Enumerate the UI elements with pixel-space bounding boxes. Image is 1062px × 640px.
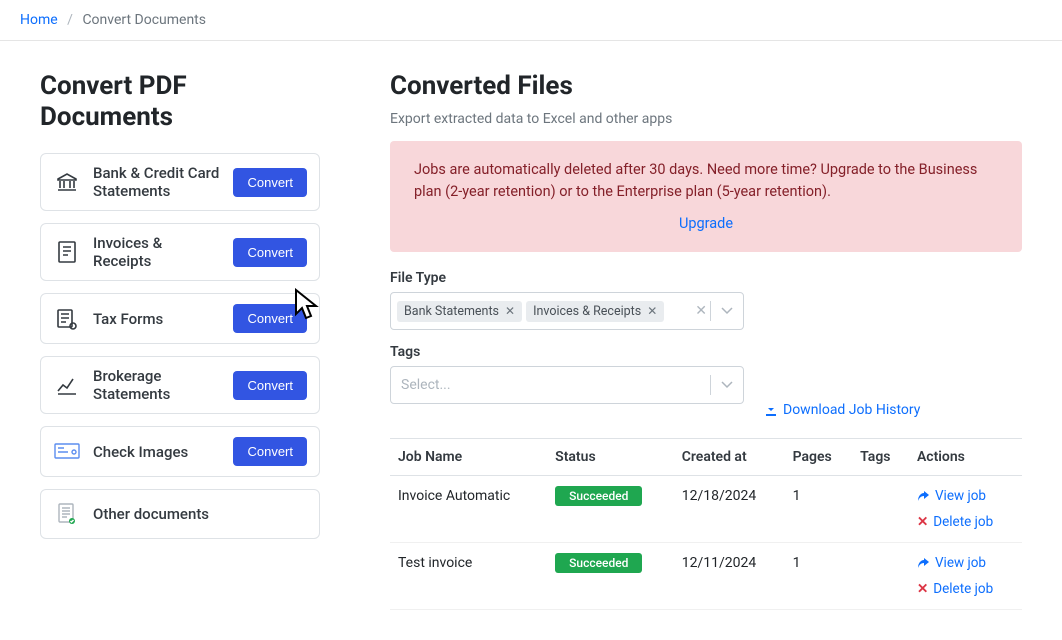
tags-select[interactable]: Select... — [390, 366, 744, 404]
other-doc-icon — [53, 500, 81, 528]
cell-created: 12/18/2024 — [674, 476, 785, 543]
cell-pages: 1 — [785, 543, 853, 610]
remove-chip-icon[interactable]: ✕ — [505, 304, 515, 318]
file-type-chip: Invoices & Receipts✕ — [526, 301, 664, 322]
file-type-select[interactable]: Bank Statements✕ Invoices & Receipts✕ ✕ — [390, 292, 744, 330]
cell-created: 12/11/2024 — [674, 543, 785, 610]
doc-card-brokerage: Brokerage Statements Convert — [40, 356, 320, 414]
doc-card-other: Other documents — [40, 489, 320, 539]
cell-name: Test invoice — [390, 543, 547, 610]
view-job-link[interactable]: View job — [917, 488, 1014, 504]
doc-label: Invoices & Receipts — [93, 234, 221, 270]
th-created: Created at — [674, 439, 785, 476]
remove-chip-icon[interactable]: ✕ — [647, 304, 657, 318]
table-row: Test invoice Succeeded 12/11/2024 1 View… — [390, 543, 1022, 610]
convert-button-checks[interactable]: Convert — [233, 437, 307, 466]
doc-label: Brokerage Statements — [93, 367, 221, 403]
convert-button-tax[interactable]: Convert — [233, 304, 307, 333]
cell-tags — [852, 543, 909, 610]
status-badge: Succeeded — [555, 553, 642, 573]
share-icon — [917, 557, 930, 570]
status-badge: Succeeded — [555, 486, 642, 506]
subtitle: Export extracted data to Excel and other… — [390, 111, 1022, 127]
doc-label: Tax Forms — [93, 310, 221, 328]
clear-icon[interactable]: ✕ — [695, 303, 707, 319]
view-job-link[interactable]: View job — [917, 555, 1014, 571]
delete-icon: ✕ — [917, 514, 928, 530]
right-heading: Converted Files — [390, 71, 1022, 101]
chevron-down-icon[interactable] — [710, 375, 733, 395]
bank-icon — [53, 168, 81, 196]
cell-name: Invoice Automatic — [390, 476, 547, 543]
doc-label: Bank & Credit Card Statements — [93, 164, 221, 200]
alert-text: Jobs are automatically deleted after 30 … — [414, 161, 977, 200]
th-tags: Tags — [852, 439, 909, 476]
share-icon — [917, 490, 930, 503]
th-pages: Pages — [785, 439, 853, 476]
doc-card-bank: Bank & Credit Card Statements Convert — [40, 153, 320, 211]
download-icon — [764, 403, 778, 417]
breadcrumb-current: Convert Documents — [82, 12, 206, 28]
doc-label: Other documents — [93, 505, 307, 523]
th-job-name: Job Name — [390, 439, 547, 476]
tax-icon — [53, 305, 81, 333]
convert-button-brokerage[interactable]: Convert — [233, 371, 307, 400]
th-actions: Actions — [909, 439, 1022, 476]
file-type-chip: Bank Statements✕ — [397, 301, 522, 322]
jobs-table: Job Name Status Created at Pages Tags Ac… — [390, 438, 1022, 610]
tags-placeholder: Select... — [397, 377, 451, 393]
left-heading: Convert PDF Documents — [40, 71, 320, 133]
upgrade-link[interactable]: Upgrade — [679, 215, 733, 232]
breadcrumb: Home / Convert Documents — [0, 0, 1062, 41]
brokerage-icon — [53, 371, 81, 399]
file-type-label: File Type — [390, 270, 1022, 286]
invoice-icon — [53, 238, 81, 266]
table-row: Invoice Automatic Succeeded 12/18/2024 1… — [390, 476, 1022, 543]
retention-alert: Jobs are automatically deleted after 30 … — [390, 141, 1022, 252]
delete-job-link[interactable]: ✕ Delete job — [917, 514, 1014, 530]
cell-pages: 1 — [785, 476, 853, 543]
convert-button-invoices[interactable]: Convert — [233, 238, 307, 267]
doc-card-tax: Tax Forms Convert — [40, 293, 320, 344]
doc-card-checks: Check Images Convert — [40, 426, 320, 477]
check-icon — [53, 438, 81, 466]
doc-card-invoices: Invoices & Receipts Convert — [40, 223, 320, 281]
doc-label: Check Images — [93, 443, 221, 461]
convert-button-bank[interactable]: Convert — [233, 168, 307, 197]
tags-label: Tags — [390, 344, 744, 360]
th-status: Status — [547, 439, 674, 476]
chevron-down-icon[interactable] — [710, 301, 733, 321]
cell-tags — [852, 476, 909, 543]
download-history-link[interactable]: Download Job History — [764, 402, 920, 418]
breadcrumb-home[interactable]: Home — [20, 12, 58, 28]
